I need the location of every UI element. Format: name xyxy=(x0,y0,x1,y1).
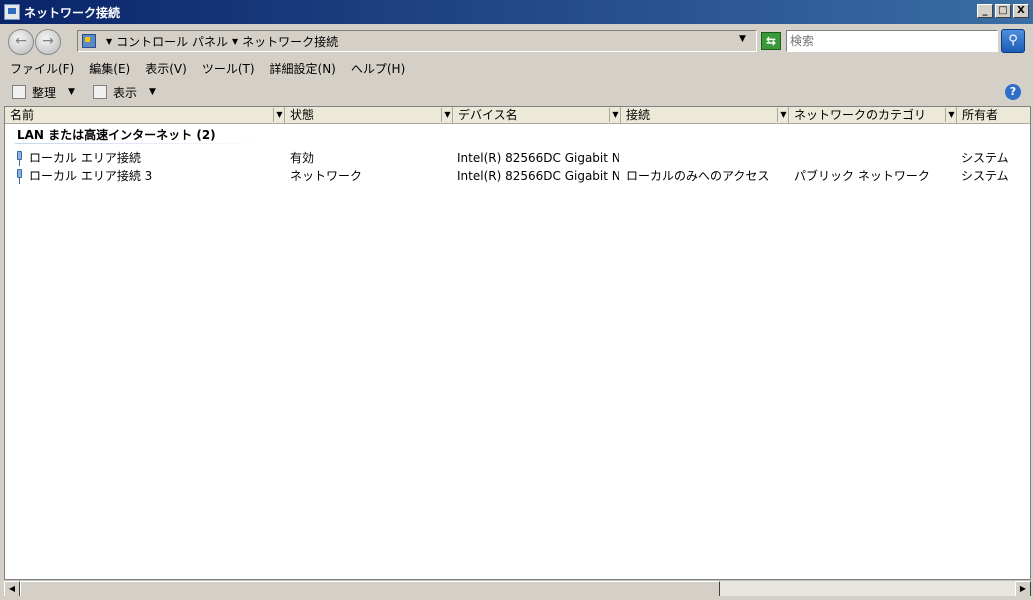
cell-owner: システム xyxy=(961,169,1009,183)
scrollbar-thumb[interactable] xyxy=(20,581,720,597)
control-panel-icon xyxy=(82,34,96,48)
table-row[interactable]: ローカル エリア接続 有効 Intel(R) 82566DC Gigabit N… xyxy=(5,150,1030,167)
horizontal-scrollbar[interactable]: ◀ ▶ xyxy=(4,580,1031,597)
column-header-device[interactable]: デバイス名 xyxy=(453,107,621,124)
views-button[interactable]: 表示 ▼ xyxy=(93,84,156,101)
network-adapter-icon xyxy=(15,169,24,184)
cell-status: ネットワーク xyxy=(290,169,363,183)
column-dropdown-icon[interactable]: ▼ xyxy=(609,108,621,122)
group-divider xyxy=(15,143,265,144)
menu-tools[interactable]: ツール(T) xyxy=(202,60,255,77)
cell-status: 有効 xyxy=(290,151,315,165)
cell-name: ローカル エリア接続 xyxy=(29,151,141,165)
column-dropdown-icon[interactable]: ▼ xyxy=(273,108,285,122)
scroll-right-icon[interactable]: ▶ xyxy=(1015,581,1031,597)
column-label: 名前 xyxy=(10,108,35,122)
refresh-button[interactable]: ⇆ xyxy=(761,32,781,50)
organize-button[interactable]: 整理 ▼ xyxy=(12,84,75,101)
address-row: ← → ▼ コントロール パネル ▼ ネットワーク接続 ▼ ⇆ ⚲ xyxy=(0,24,1033,58)
views-label: 表示 xyxy=(113,85,138,100)
back-button[interactable]: ← xyxy=(8,29,34,55)
minimize-button[interactable]: _ xyxy=(977,4,993,18)
column-dropdown-icon[interactable]: ▼ xyxy=(777,108,789,122)
help-icon[interactable]: ? xyxy=(1005,84,1021,100)
menu-advanced[interactable]: 詳細設定(N) xyxy=(270,60,336,77)
organize-icon xyxy=(12,85,26,99)
network-connections-icon xyxy=(4,4,20,20)
column-header-status[interactable]: 状態 xyxy=(285,107,453,124)
menu-file[interactable]: ファイル(F) xyxy=(10,60,74,77)
forward-arrow-icon: → xyxy=(42,33,54,49)
column-label: 状態 xyxy=(290,108,315,122)
column-dropdown-icon[interactable]: ▼ xyxy=(945,108,957,122)
column-label: 接続 xyxy=(626,108,651,122)
forward-button[interactable]: → xyxy=(35,29,61,55)
cell-device: Intel(R) 82566DC Gigabit Net... xyxy=(457,169,619,183)
breadcrumb-arrow-icon[interactable]: ▼ xyxy=(232,37,238,46)
column-label: デバイス名 xyxy=(458,108,518,122)
cell-device: Intel(R) 82566DC Gigabit Net... xyxy=(457,151,619,165)
organize-label: 整理 xyxy=(32,85,57,100)
breadcrumb-network-connections[interactable]: ネットワーク接続 xyxy=(242,33,338,50)
window-frame xyxy=(0,596,1033,600)
title-bar[interactable]: ネットワーク接続 _ □ X xyxy=(0,0,1033,24)
cell-owner: システム xyxy=(961,151,1009,165)
column-header-connectivity[interactable]: 接続 xyxy=(621,107,789,124)
menu-view[interactable]: 表示(V) xyxy=(145,60,187,77)
file-list[interactable]: 名前 ▼ 状態 ▼ デバイス名 ▼ 接続 ▼ ネットワークのカテゴリ ▼ 所有者… xyxy=(4,106,1031,580)
maximize-button[interactable]: □ xyxy=(995,4,1011,18)
scroll-left-icon[interactable]: ◀ xyxy=(4,581,20,597)
search-input[interactable] xyxy=(786,30,998,52)
menu-help[interactable]: ヘルプ(H) xyxy=(351,60,405,77)
chevron-down-icon: ▼ xyxy=(68,87,75,97)
window-title: ネットワーク接続 xyxy=(24,5,121,20)
column-header-name[interactable]: 名前 xyxy=(5,107,285,124)
column-header-category[interactable]: ネットワークのカテゴリ xyxy=(789,107,957,124)
cell-category xyxy=(794,150,954,167)
column-label: 所有者 xyxy=(962,108,999,122)
close-button[interactable]: X xyxy=(1013,4,1029,18)
menu-bar: ファイル(F) 編集(E) 表示(V) ツール(T) 詳細設定(N) ヘルプ(H… xyxy=(0,58,1033,78)
magnifier-icon: ⚲ xyxy=(1008,33,1018,48)
breadcrumb-arrow-icon[interactable]: ▼ xyxy=(106,37,112,46)
views-icon xyxy=(93,85,107,99)
breadcrumb-control-panel[interactable]: コントロール パネル xyxy=(116,33,228,50)
column-dropdown-icon[interactable]: ▼ xyxy=(441,108,453,122)
chevron-down-icon: ▼ xyxy=(149,87,156,97)
table-row[interactable]: ローカル エリア接続 3 ネットワーク Intel(R) 82566DC Gig… xyxy=(5,168,1030,185)
search-button[interactable]: ⚲ xyxy=(1001,29,1025,53)
address-bar[interactable]: ▼ コントロール パネル ▼ ネットワーク接続 xyxy=(77,30,757,52)
menu-edit[interactable]: 編集(E) xyxy=(89,60,130,77)
column-header-owner[interactable]: 所有者 xyxy=(957,107,1030,124)
cell-connectivity: ローカルのみへのアクセス xyxy=(626,169,770,183)
refresh-icon: ⇆ xyxy=(765,34,777,48)
address-dropdown-icon[interactable]: ▼ xyxy=(739,34,746,44)
group-header[interactable]: LAN または高速インターネット (2) xyxy=(17,126,216,143)
network-adapter-icon xyxy=(15,151,24,166)
window-controls: _ □ X xyxy=(977,4,1029,18)
back-arrow-icon: ← xyxy=(15,33,27,49)
column-headers: 名前 ▼ 状態 ▼ デバイス名 ▼ 接続 ▼ ネットワークのカテゴリ ▼ 所有者 xyxy=(5,107,1030,124)
column-label: ネットワークのカテゴリ xyxy=(794,108,927,122)
cell-name: ローカル エリア接続 3 xyxy=(29,169,153,183)
command-toolbar: 整理 ▼ 表示 ▼ ? xyxy=(0,80,1033,104)
cell-connectivity xyxy=(626,150,786,167)
cell-category: パブリック ネットワーク xyxy=(794,169,930,183)
